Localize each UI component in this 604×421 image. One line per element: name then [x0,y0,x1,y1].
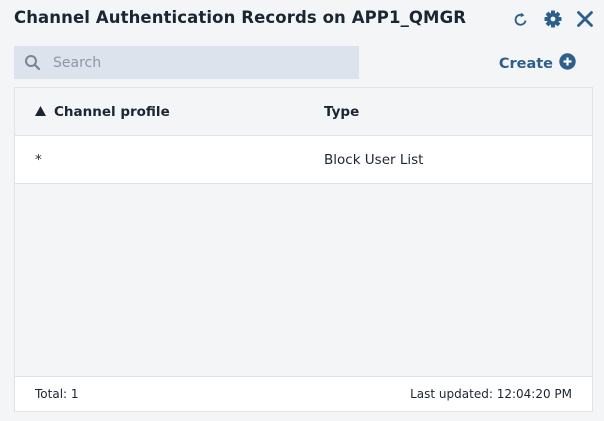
column-header-channel-profile[interactable]: Channel profile [35,88,170,136]
column-label: Channel profile [54,104,170,120]
page-title: Channel Authentication Records on APP1_Q… [14,8,467,27]
table-footer: Total: 1 Last updated: 12:04:20 PM [15,376,592,411]
gear-icon[interactable] [542,8,564,30]
dialog-header: Channel Authentication Records on APP1_Q… [14,8,596,30]
table-empty-area [15,184,592,376]
create-button-label: Create [498,55,553,72]
table-header: Channel profile Type [15,88,592,136]
column-label: Type [324,104,360,120]
search-input[interactable] [53,46,353,79]
plus-circle-icon [559,53,576,74]
column-header-type[interactable]: Type [324,88,359,136]
records-table: Channel profile Type * Block User List T… [14,87,593,412]
table-row[interactable]: * Block User List [15,136,592,184]
sort-ascending-icon [35,104,46,120]
cell-channel-profile: * [35,151,42,168]
cell-type: Block User List [324,151,424,168]
close-icon[interactable] [574,8,596,30]
total-count: Total: 1 [35,387,79,401]
last-updated: Last updated: 12:04:20 PM [410,387,572,401]
refresh-icon[interactable] [510,8,532,30]
create-button[interactable]: Create [499,53,576,74]
search-box [14,46,359,79]
header-actions [500,8,596,30]
search-icon [24,54,42,76]
